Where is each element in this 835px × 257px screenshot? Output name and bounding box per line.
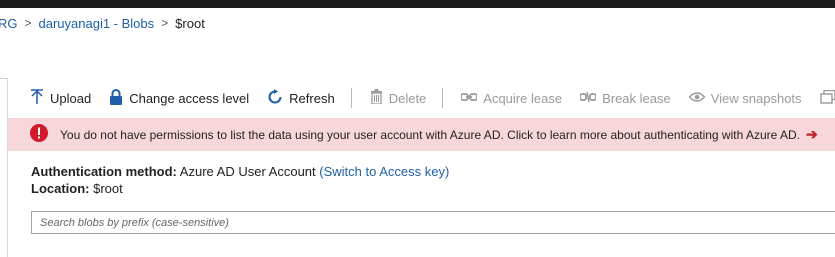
trash-icon [370, 89, 389, 107]
more-button[interactable] [819, 89, 835, 107]
change-access-level-button[interactable]: Change access level [109, 88, 250, 108]
location-label: Location: [31, 181, 90, 196]
refresh-icon [267, 88, 289, 108]
switch-to-access-key-link[interactable]: (Switch to Access key) [319, 164, 449, 179]
breadcrumb-blobs[interactable]: daruyanagi1 - Blobs [39, 16, 155, 31]
panel-border [7, 78, 8, 257]
breadcrumb: RG > daruyanagi1 - Blobs > $root [0, 13, 205, 33]
refresh-button[interactable]: Refresh [267, 88, 335, 108]
auth-method-label: Authentication method: [31, 164, 177, 179]
break-lease-button[interactable]: Break lease [579, 90, 671, 106]
top-bar [0, 0, 835, 8]
delete-label: Delete [388, 90, 427, 106]
auth-method-row: Authentication method: Azure AD User Acc… [31, 163, 449, 180]
view-snapshots-label: View snapshots [710, 90, 802, 106]
toolbar: Upload Change access level Refresh Delet… [30, 86, 835, 110]
eye-icon [688, 91, 711, 106]
acquire-lease-label: Acquire lease [483, 90, 563, 106]
view-snapshots-button[interactable]: View snapshots [688, 90, 802, 106]
break-lease-label: Break lease [602, 90, 671, 106]
breadcrumb-separator: > [24, 16, 32, 30]
toolbar-divider [350, 88, 352, 108]
upload-label: Upload [50, 90, 92, 106]
broken-link-icon [579, 91, 602, 106]
toolbar-divider [442, 88, 444, 108]
location-value: $root [93, 181, 123, 196]
auth-method-value: Azure AD User Account [179, 164, 316, 179]
search-blobs-input[interactable] [31, 211, 835, 234]
breadcrumb-container: $root [175, 15, 205, 31]
link-icon [460, 91, 483, 106]
permission-error-banner[interactable]: You do not have permissions to list the … [8, 118, 835, 151]
copy-icon [819, 89, 835, 107]
location-row: Location: $root [31, 180, 449, 197]
breadcrumb-resource-group[interactable]: RG [0, 16, 18, 31]
arrow-right-icon: ➔ [805, 126, 818, 142]
error-icon [30, 124, 48, 145]
upload-button[interactable]: Upload [30, 88, 92, 108]
acquire-lease-button[interactable]: Acquire lease [460, 90, 563, 106]
banner-message: You do not have permissions to list the … [60, 127, 800, 142]
container-info: Authentication method: Azure AD User Acc… [31, 163, 449, 197]
delete-button[interactable]: Delete [370, 89, 427, 107]
lock-icon [109, 88, 129, 108]
breadcrumb-separator: > [161, 16, 169, 30]
upload-icon [30, 88, 50, 108]
change-access-level-label: Change access level [129, 90, 250, 106]
refresh-label: Refresh [289, 90, 335, 106]
